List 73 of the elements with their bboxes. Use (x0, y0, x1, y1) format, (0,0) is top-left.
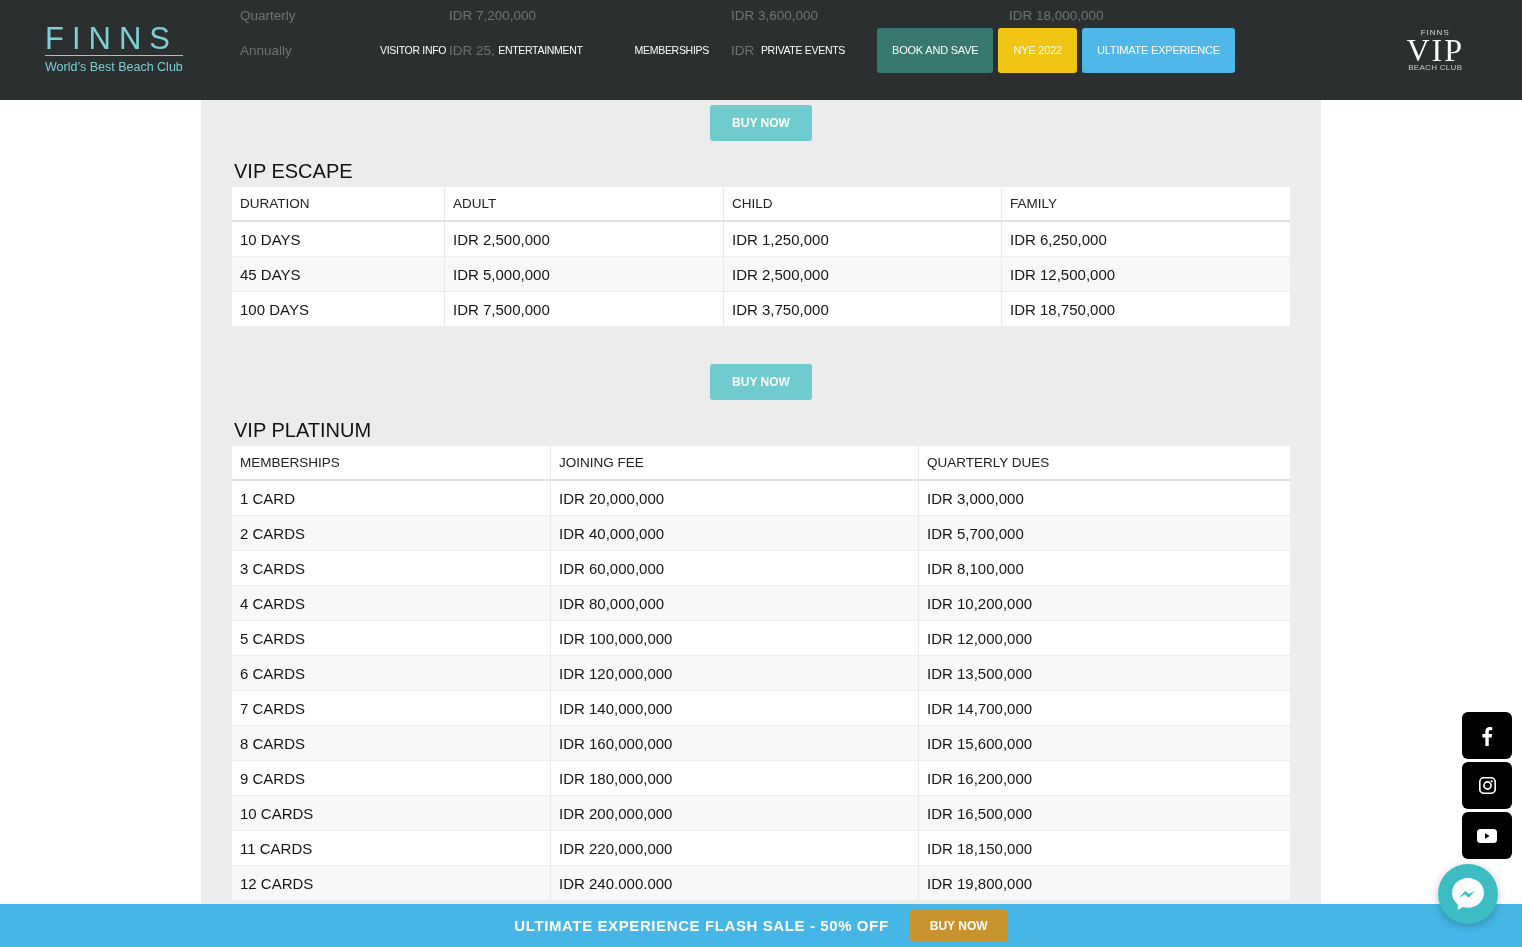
table-cell: IDR 3,000,000 (918, 481, 1290, 516)
vip-logo-small-text: BEACH CLUB (1408, 63, 1463, 72)
chat-button[interactable] (1438, 864, 1498, 924)
table-cell: IDR 16,500,000 (918, 796, 1290, 831)
table-cell: 4 CARDS (232, 586, 550, 621)
table-cell: IDR 18,150,000 (918, 831, 1290, 866)
faded-table-text: Quarterly (240, 8, 296, 23)
table-cell: IDR 3,750,000 (723, 292, 1001, 327)
table-cell: IDR 7,500,000 (444, 292, 723, 327)
faded-table-text: IDR (731, 43, 755, 58)
social-button[interactable] (1462, 762, 1512, 809)
table-cell: IDR 60,000,000 (550, 551, 918, 586)
table-cell: IDR 220,000,000 (550, 831, 918, 866)
faded-table-text: Annually (240, 43, 292, 58)
table-cell: IDR 160,000,000 (550, 726, 918, 761)
table-cell: 12 CARDS (232, 866, 550, 901)
logo-tagline: World’s Best Beach Club (45, 60, 183, 74)
table-cell: 45 DAYS (232, 257, 444, 292)
table-cell: IDR 120,000,000 (550, 656, 918, 691)
flash-sale-text: ULTIMATE EXPERIENCE FLASH SALE - 50% OFF (514, 917, 889, 934)
instagram-icon (1478, 777, 1496, 794)
logo-wordmark[interactable]: FINNS (45, 26, 183, 56)
table-header-cell: FAMILY (1001, 187, 1290, 222)
faded-table-text: IDR 25, (449, 43, 495, 58)
table-cell: IDR 1,250,000 (723, 222, 1001, 257)
table-cell: IDR 12,500,000 (1001, 257, 1290, 292)
table-header-cell: CHILD (723, 187, 1001, 222)
table-cell: IDR 240.000.000 (550, 866, 918, 901)
section-title: VIP ESCAPE (234, 159, 354, 183)
table-cell: 2 CARDS (232, 516, 550, 551)
table-cell: IDR 6,250,000 (1001, 222, 1290, 257)
table-cell: IDR 8,100,000 (918, 551, 1290, 586)
faded-table-text: IDR 7,200,000 (449, 8, 537, 23)
table-header-cell: QUARTERLY DUES (918, 446, 1290, 481)
table-cell: IDR 18,750,000 (1001, 292, 1290, 327)
table-header-cell: JOINING FEE (550, 446, 918, 481)
table-cell: IDR 5,000,000 (444, 257, 723, 292)
table-cell: IDR 80,000,000 (550, 586, 918, 621)
social-button[interactable] (1462, 812, 1512, 859)
faded-table-text: IDR 18,000,000 (1009, 8, 1104, 23)
nav-link[interactable]: ENTERTAINMENT (498, 44, 583, 56)
table-cell: IDR 200,000,000 (550, 796, 918, 831)
table-cell: IDR 100,000,000 (550, 621, 918, 656)
table-cell: IDR 180,000,000 (550, 761, 918, 796)
youtube-icon (1477, 828, 1497, 843)
table-cell: IDR 40,000,000 (550, 516, 918, 551)
table-cell: IDR 15,600,000 (918, 726, 1290, 761)
table-cell: IDR 12,000,000 (918, 621, 1290, 656)
facebook-icon (1481, 725, 1493, 746)
table-cell: IDR 2,500,000 (723, 257, 1001, 292)
table-cell: IDR 10,200,000 (918, 586, 1290, 621)
vip-logo-small-text: FINNS (1420, 28, 1450, 37)
social-button[interactable] (1462, 712, 1512, 759)
table-cell: 10 CARDS (232, 796, 550, 831)
table-cell: 6 CARDS (232, 656, 550, 691)
section-title: VIP PLATINUM (234, 418, 373, 442)
table-cell: IDR 19,800,000 (918, 866, 1290, 901)
table-cell: IDR 20,000,000 (550, 481, 918, 516)
table-header-cell: ADULT (444, 187, 723, 222)
table-cell: IDR 16,200,000 (918, 761, 1290, 796)
nav-link[interactable]: VISITOR INFO (380, 44, 447, 56)
nav-link[interactable]: MEMBERSHIPS (634, 44, 709, 56)
table-cell: IDR 140,000,000 (550, 691, 918, 726)
nav-link[interactable]: PRIVATE EVENTS (760, 44, 845, 56)
table-cell: IDR 13,500,000 (918, 656, 1290, 691)
nav-button[interactable]: BOOK AND SAVE (877, 27, 994, 73)
table-cell: IDR 5,700,000 (918, 516, 1290, 551)
faded-table-text: IDR 3,600,000 (731, 8, 819, 23)
vip-logo-title[interactable]: VIP (1406, 36, 1464, 63)
table-cell: IDR 2,500,000 (444, 222, 723, 257)
table-cell: 8 CARDS (232, 726, 550, 761)
chat-bubble-icon (1452, 878, 1484, 910)
table-cell: IDR 14,700,000 (918, 691, 1290, 726)
